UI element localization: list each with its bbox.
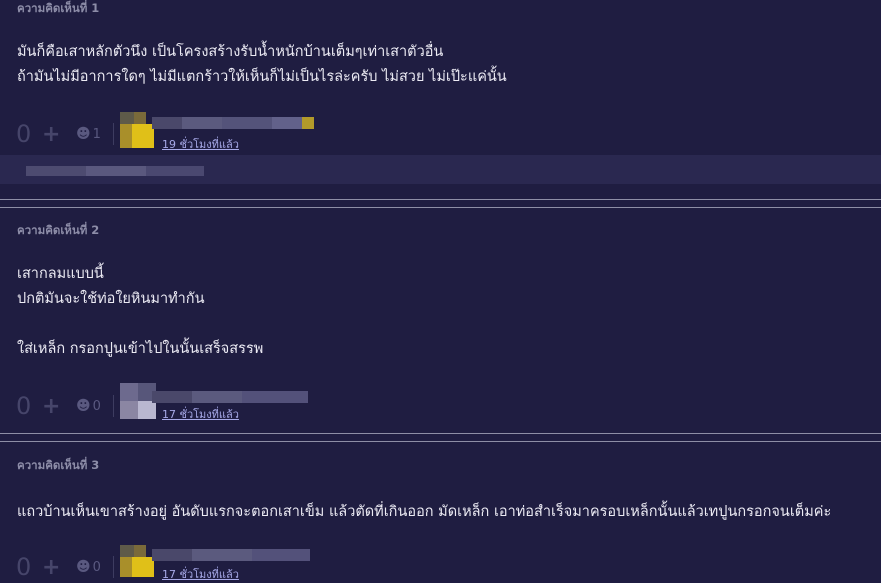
comment-3-emotion-count: 0	[92, 559, 101, 575]
comment-1-emotion-count: 1	[92, 126, 101, 142]
comment-1-actions: 0 + ☻ 1	[16, 119, 114, 149]
comment-2-label: ความคิดเห็นที่ 2	[17, 223, 100, 237]
reply-preview-pixelated[interactable]	[26, 166, 204, 176]
comment-1-line: ถ้ามันไม่มีอาการใดๆ ไม่มีแตกร้าวให้เห็นก…	[17, 69, 507, 85]
username-pixelated[interactable]	[152, 117, 322, 129]
comment-1-body: มันก็คือเสาหลักตัวนึง เป็นโครงสร้างรับน้…	[17, 40, 507, 90]
comment-divider	[0, 199, 881, 200]
comment-2-score: 0	[16, 392, 32, 420]
comment-divider	[0, 207, 881, 208]
comment-3-actions: 0 + ☻ 0	[16, 552, 114, 582]
comment-2-emotion-count: 0	[92, 398, 101, 414]
emotion-icon[interactable]: ☻	[76, 398, 91, 414]
avatar[interactable]	[120, 383, 156, 419]
divider	[112, 123, 114, 145]
comment-1-time-link[interactable]: 19 ชั่วโมงที่แล้ว	[162, 135, 239, 153]
comment-2-line: ปกติมันจะใช้ท่อใยหินมาทำกัน	[17, 291, 205, 307]
comment-1-label: ความคิดเห็นที่ 1	[17, 1, 100, 15]
comment-3-label: ความคิดเห็นที่ 3	[17, 458, 100, 472]
comment-2-line	[17, 312, 263, 337]
comment-3-time-link[interactable]: 17 ชั่วโมงที่แล้ว	[162, 565, 239, 583]
username-pixelated[interactable]	[152, 549, 312, 561]
divider	[112, 556, 114, 578]
vote-plus-icon[interactable]: +	[42, 122, 66, 147]
comment-2-time-link[interactable]: 17 ชั่วโมงที่แล้ว	[162, 405, 239, 423]
comment-1-score: 0	[16, 120, 32, 148]
vote-plus-icon[interactable]: +	[42, 394, 66, 419]
comment-divider	[0, 441, 881, 442]
comment-1-line: มันก็คือเสาหลักตัวนึง เป็นโครงสร้างรับน้…	[17, 44, 444, 60]
avatar[interactable]	[120, 112, 156, 148]
comment-2-body: เสากลมแบบนี้ ปกติมันจะใช้ท่อใยหินมาทำกัน…	[17, 262, 263, 362]
avatar[interactable]	[120, 545, 156, 577]
username-pixelated[interactable]	[152, 391, 312, 403]
comment-3-line: แถวบ้านเห็นเขาสร้างอยู่ อันดับแรกจะตอกเส…	[17, 504, 832, 520]
vote-plus-icon[interactable]: +	[42, 555, 66, 580]
emotion-icon[interactable]: ☻	[76, 126, 91, 142]
comment-2-line: เสากลมแบบนี้	[17, 266, 104, 282]
comment-2-actions: 0 + ☻ 0	[16, 391, 114, 421]
comment-2-line: ใส่เหล็ก กรอกปูนเข้าไปในนั้นเสร็จสรรพ	[17, 341, 264, 357]
comment-divider	[0, 433, 881, 434]
emotion-icon[interactable]: ☻	[76, 559, 91, 575]
comment-3-body: แถวบ้านเห็นเขาสร้างอยู่ อันดับแรกจะตอกเส…	[17, 500, 831, 525]
divider	[112, 395, 114, 417]
